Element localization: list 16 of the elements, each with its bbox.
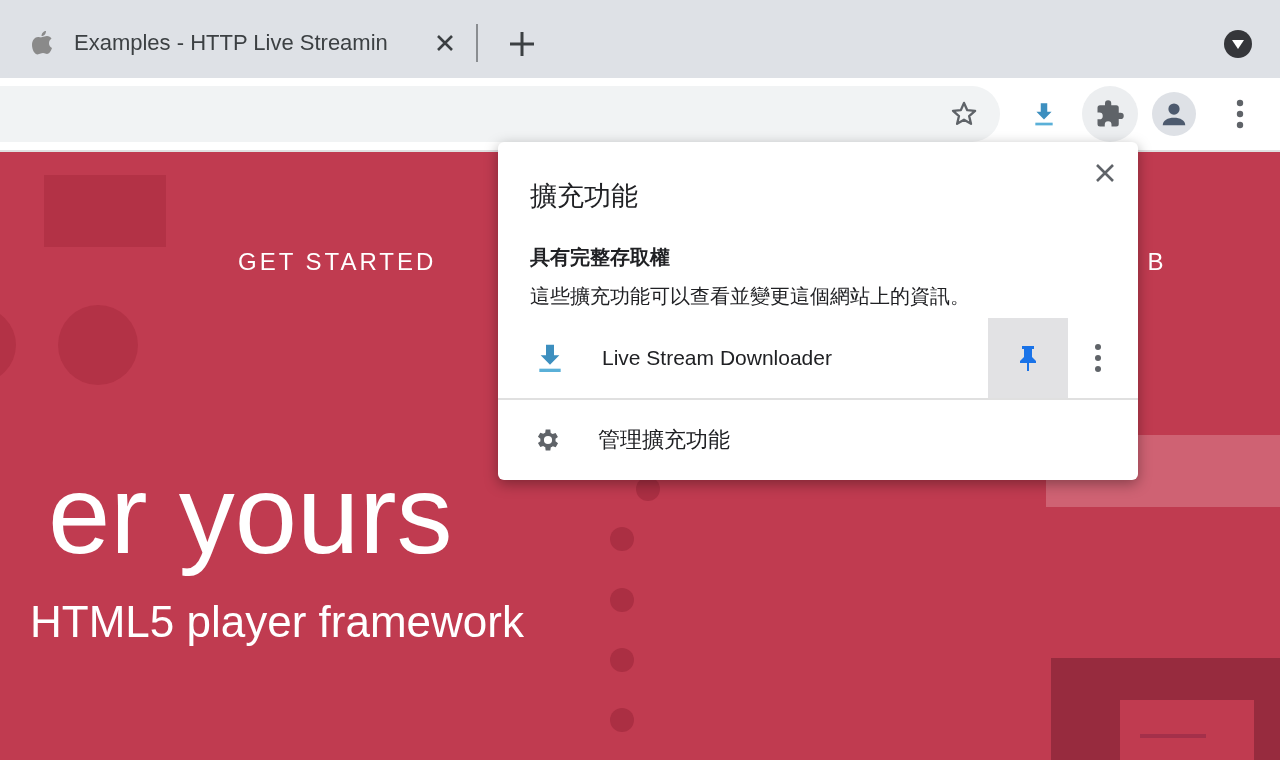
manage-extensions-item[interactable]: 管理擴充功能	[498, 400, 1138, 480]
puzzle-icon[interactable]	[1082, 86, 1138, 142]
tab-title: Examples - HTTP Live Streamin	[74, 30, 389, 56]
nav-link[interactable]: GET STARTED	[238, 248, 437, 276]
section-description: 這些擴充功能可以查看並變更這個網站上的資訊。	[529, 283, 971, 310]
section-heading: 具有完整存取權	[529, 244, 671, 271]
pin-button[interactable]	[988, 318, 1068, 398]
hero-subtitle: HTML5 player framework	[30, 596, 524, 649]
nav-link[interactable]: B	[1147, 248, 1167, 276]
apple-icon	[30, 29, 54, 57]
profile-icon[interactable]	[1152, 92, 1196, 136]
popup-title: 擴充功能	[530, 179, 638, 213]
tab-search-icon[interactable]	[1224, 30, 1252, 58]
hero-headline: er yours	[48, 451, 453, 579]
new-tab-icon[interactable]	[508, 30, 536, 58]
extension-name[interactable]: Live Stream Downloader	[602, 346, 988, 370]
